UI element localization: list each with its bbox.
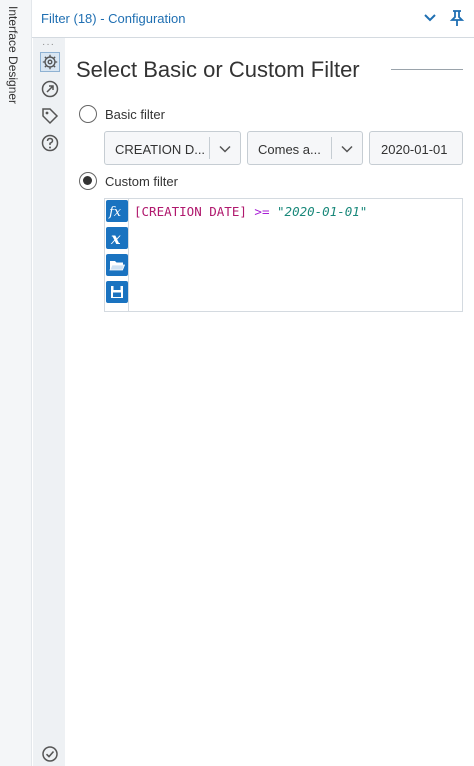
title-divider [391,69,463,70]
basic-filter-label: Basic filter [105,107,165,122]
custom-filter-label: Custom filter [105,174,178,189]
expr-field: [CREATION DATE] [134,204,247,219]
interface-designer-tab[interactable]: Interface Designer [0,0,32,766]
connection-icon[interactable] [40,79,60,99]
chevron-down-icon [219,145,231,153]
editor-toolbar: fx x [105,199,129,311]
open-folder-icon[interactable] [106,254,128,276]
more-dots[interactable]: ··· [42,39,55,50]
expr-value: "2020-01-01" [277,204,368,219]
custom-filter-radio[interactable] [79,172,97,190]
check-circle-icon[interactable] [41,745,59,763]
gear-icon[interactable] [40,52,60,72]
chevron-down-icon[interactable] [422,10,438,26]
pin-icon[interactable] [447,8,467,28]
dropdown-separator [331,137,332,159]
dropdown-separator [209,137,210,159]
fx-icon[interactable]: fx [106,200,128,222]
svg-text:fx: fx [108,205,122,220]
chevron-down-icon [341,145,353,153]
svg-text:x: x [110,229,121,248]
operator-dropdown-value: Comes a... [258,142,321,157]
help-icon[interactable] [40,133,60,153]
save-icon[interactable] [106,281,128,303]
value-input[interactable]: 2020-01-01 [369,131,463,165]
filter-config-panel: Select Basic or Custom Filter Basic filt… [65,38,474,766]
field-dropdown[interactable]: CREATION D... [104,131,241,165]
basic-filter-radio[interactable] [79,105,97,123]
value-input-text: 2020-01-01 [381,142,448,157]
tag-icon[interactable] [40,106,60,126]
expression-editor[interactable]: fx x [CREATION DATE] >= "2020-01-01" [104,198,463,312]
expression-text[interactable]: [CREATION DATE] >= "2020-01-01" [134,204,367,219]
config-header: Filter (18) - Configuration [32,0,474,38]
icon-rail: ··· [33,38,65,766]
field-dropdown-value: CREATION D... [115,142,206,157]
window-title: Filter (18) - Configuration [41,11,186,26]
interface-designer-label: Interface Designer [6,6,20,105]
section-title: Select Basic or Custom Filter [76,57,360,82]
variable-x-icon[interactable]: x [106,227,128,249]
expr-operator: >= [254,204,270,219]
operator-dropdown[interactable]: Comes a... [247,131,363,165]
